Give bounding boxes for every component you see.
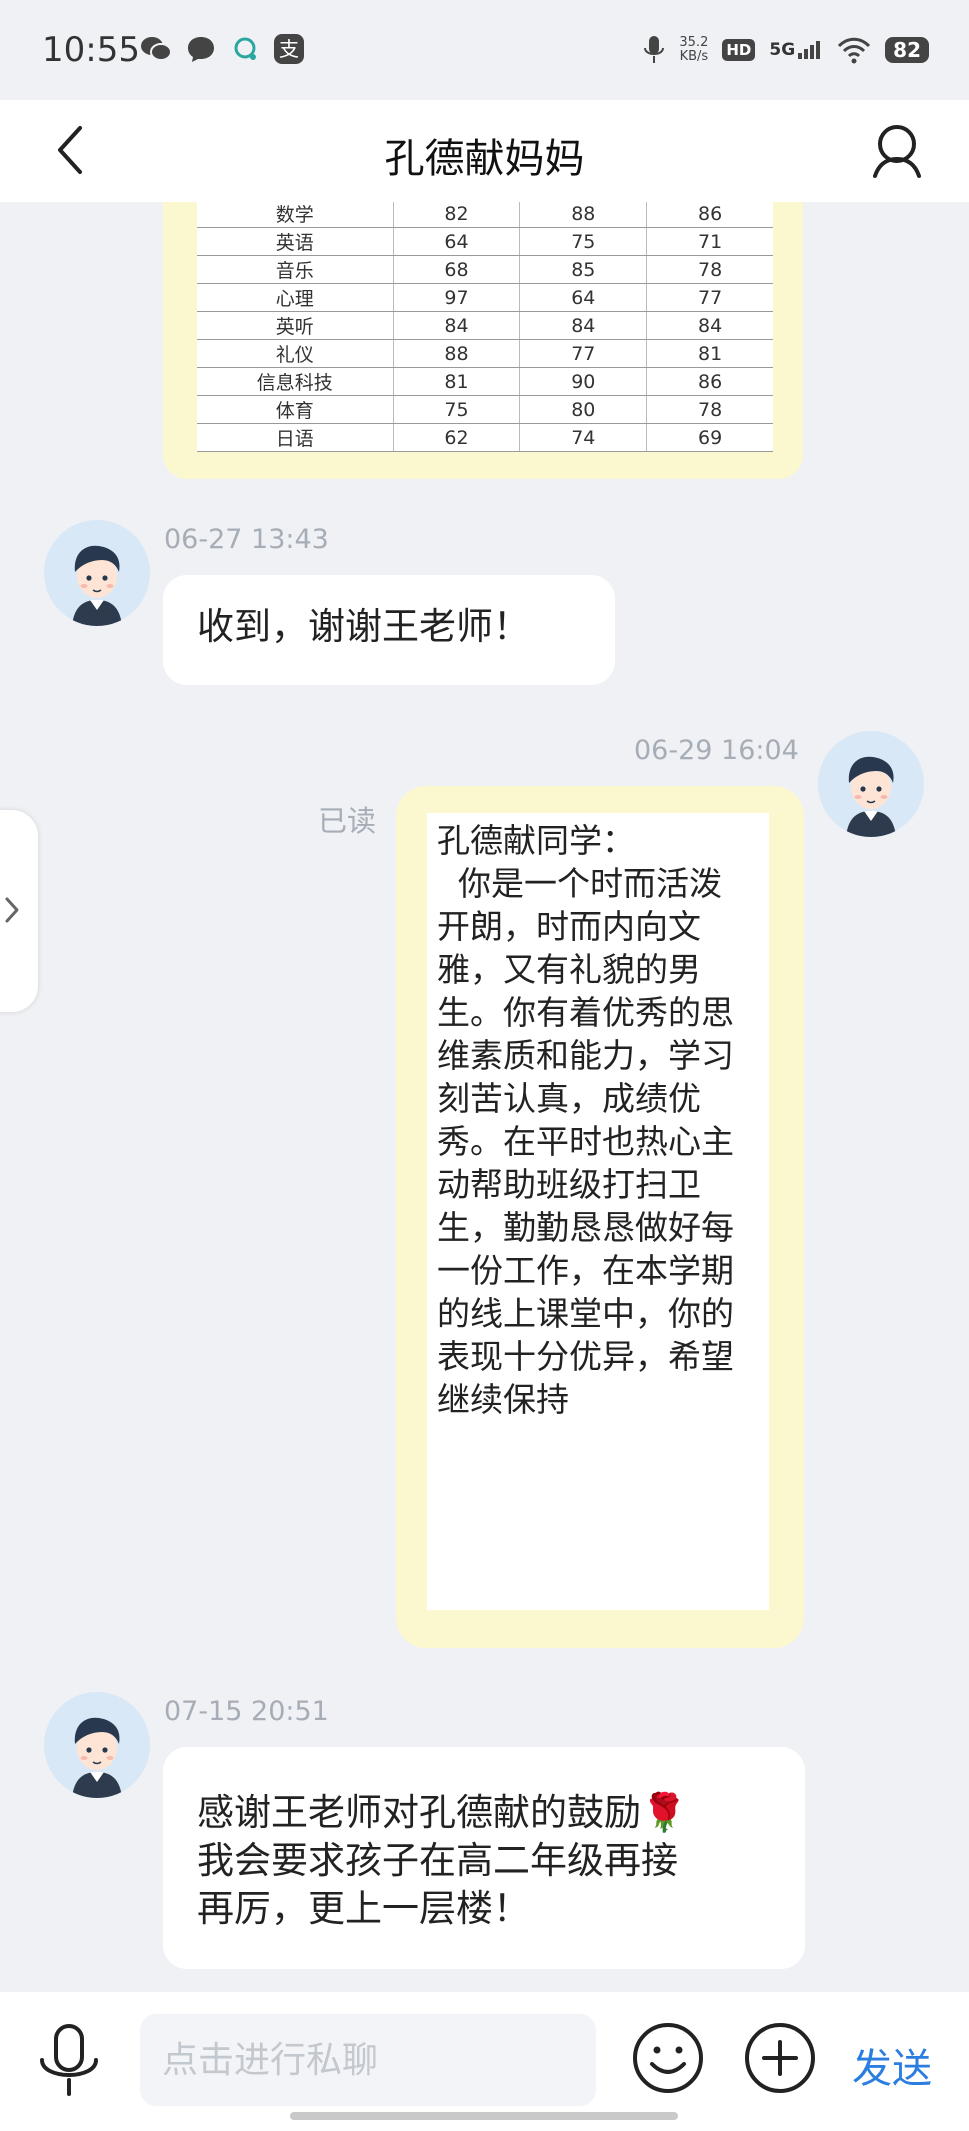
score-cell: 75: [393, 395, 521, 424]
message-text: 我会要求孩子在高二年级再接: [197, 1839, 678, 1882]
profile-icon[interactable]: [865, 118, 929, 182]
score-cell: 77: [646, 283, 773, 312]
comment-text: 孔德献同学： 你是一个时而活泼 开朗，时而内向文 雅，又有礼貌的男 生。你有着优…: [437, 821, 734, 1419]
chat-input[interactable]: [140, 2014, 596, 2106]
score-cell: 64: [519, 283, 648, 312]
message-timestamp: 06-29 16:04: [634, 735, 799, 766]
message-text: 感谢王老师对孔德献的鼓励🌹: [197, 1791, 688, 1834]
chat-messages: 语文898687数学828886英语647571音乐688578心理976477…: [0, 202, 969, 1992]
table-row: 体育 75 80 78: [197, 395, 773, 424]
score-cell: 84: [646, 311, 773, 340]
message-icon: [188, 37, 214, 62]
score-cell: 81: [646, 339, 773, 368]
status-time: 10:55: [42, 30, 140, 70]
table-row: 日语 62 74 69: [197, 423, 773, 452]
emoji-icon[interactable]: [630, 2020, 706, 2096]
message-timestamp: 07-15 20:51: [164, 1696, 329, 1727]
score-cell: 78: [646, 255, 773, 284]
table-row: 英语 64 75 71: [197, 227, 773, 256]
side-panel-handle[interactable]: [0, 810, 38, 1012]
score-cell: 64: [393, 227, 521, 256]
comment-paper: 孔德献同学： 你是一个时而活泼 开朗，时而内向文 雅，又有礼貌的男 生。你有着优…: [427, 813, 769, 1610]
message-text: 收到，谢谢王老师！: [197, 605, 530, 648]
score-cell: 86: [646, 367, 773, 396]
bubble-icon: [234, 37, 256, 60]
message-text: 再厉，更上一层楼！: [197, 1887, 530, 1930]
image-message-grade-table[interactable]: 语文898687数学828886英语647571音乐688578心理976477…: [163, 202, 803, 479]
subject-cell: 体育: [197, 395, 394, 424]
read-status: 已读: [318, 804, 377, 838]
status-app-icons: 支: [140, 34, 304, 64]
score-cell: 88: [519, 202, 648, 228]
chevron-right-icon: [5, 897, 19, 923]
score-cell: 68: [393, 255, 521, 284]
score-cell: 84: [393, 311, 521, 340]
score-cell: 82: [393, 202, 521, 228]
subject-cell: 礼仪: [197, 339, 394, 368]
table-row: 心理 97 64 77: [197, 283, 773, 312]
score-cell: 69: [646, 423, 773, 452]
wifi-icon: [838, 37, 871, 64]
avatar[interactable]: [44, 1692, 150, 1798]
table-row: 音乐 68 85 78: [197, 255, 773, 284]
hd-badge: HD: [722, 39, 756, 61]
score-cell: 86: [646, 202, 773, 228]
score-cell: 71: [646, 227, 773, 256]
score-cell: 78: [646, 395, 773, 424]
score-cell: 80: [519, 395, 648, 424]
battery-indicator: 82: [885, 37, 929, 63]
status-bar: 10:55 支 35.2 KB/s HD 5G 82: [0, 0, 969, 100]
image-message-comment[interactable]: 孔德献同学： 你是一个时而活泼 开朗，时而内向文 雅，又有礼貌的男 生。你有着优…: [396, 786, 804, 1648]
status-indicators: 35.2 KB/s HD 5G 82: [643, 34, 929, 66]
subject-cell: 数学: [197, 202, 394, 228]
subject-cell: 音乐: [197, 255, 394, 284]
score-cell: 81: [393, 367, 521, 396]
chat-header: 孔德献妈妈: [0, 100, 969, 202]
add-icon[interactable]: [742, 2020, 818, 2096]
subject-cell: 英听: [197, 311, 394, 340]
grade-table: 语文898687数学828886英语647571音乐688578心理976477…: [197, 202, 773, 452]
score-cell: 88: [393, 339, 521, 368]
message-timestamp: 06-27 13:43: [164, 524, 329, 555]
subject-cell: 心理: [197, 283, 394, 312]
signal-icon: 5G: [769, 40, 823, 60]
score-cell: 77: [519, 339, 648, 368]
score-cell: 74: [519, 423, 648, 452]
score-cell: 85: [519, 255, 648, 284]
alipay-icon: 支: [274, 34, 304, 64]
score-cell: 97: [393, 283, 521, 312]
avatar[interactable]: [44, 520, 150, 626]
network-speed: 35.2 KB/s: [679, 35, 709, 64]
message-bubble[interactable]: 感谢王老师对孔德献的鼓励🌹 我会要求孩子在高二年级再接 再厉，更上一层楼！: [163, 1747, 805, 1969]
score-cell: 62: [393, 423, 521, 452]
rose-emoji-icon: 🌹: [641, 1791, 688, 1834]
microphone-icon[interactable]: [36, 2022, 102, 2098]
input-bar: 发送: [0, 1992, 969, 2131]
table-row: 信息科技 81 90 86: [197, 367, 773, 396]
score-cell: 84: [519, 311, 648, 340]
table-row: 数学 82 88 86: [197, 202, 773, 228]
message-bubble[interactable]: 收到，谢谢王老师！: [163, 575, 615, 685]
score-cell: 90: [519, 367, 648, 396]
send-button[interactable]: 发送: [852, 2036, 932, 2094]
page-title: 孔德献妈妈: [384, 136, 585, 182]
score-cell: 75: [519, 227, 648, 256]
table-row: 礼仪 88 77 81: [197, 339, 773, 368]
subject-cell: 英语: [197, 227, 394, 256]
table-row: 英听 84 84 84: [197, 311, 773, 340]
microphone-status-icon: [644, 36, 665, 63]
wechat-icon: [141, 37, 172, 61]
subject-cell: 日语: [197, 423, 394, 452]
subject-cell: 信息科技: [197, 367, 394, 396]
my-avatar[interactable]: [818, 731, 924, 837]
home-indicator[interactable]: [290, 2112, 678, 2120]
